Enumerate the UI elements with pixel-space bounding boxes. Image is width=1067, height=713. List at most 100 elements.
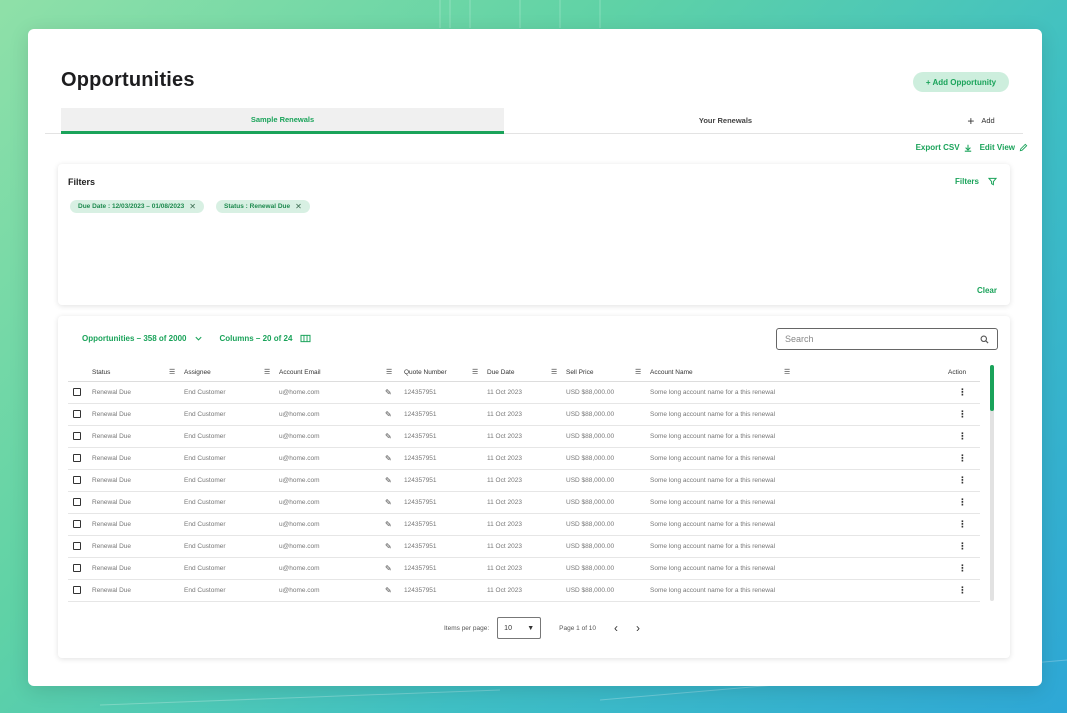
search-input[interactable]: Search [776, 328, 998, 350]
pencil-icon[interactable]: ✎ [385, 586, 392, 595]
row-checkbox[interactable] [73, 564, 81, 572]
cell-sell-price: USD $88,000.00 [566, 455, 615, 462]
table-row[interactable]: Renewal Due End Customer u@home.com 1243579… [68, 492, 980, 514]
tab-your-renewals[interactable]: Your Renewals [504, 108, 947, 133]
table-row[interactable]: Renewal Due End Customer u@home.com 1243579… [68, 404, 980, 426]
filter-icon[interactable]: ☰ [169, 368, 175, 376]
row-checkbox[interactable] [73, 476, 81, 484]
search-icon [980, 335, 989, 344]
edit-view-button[interactable]: Edit View [980, 143, 1028, 152]
header-assignee[interactable]: Assignee [184, 369, 211, 376]
row-checkbox[interactable] [73, 410, 81, 418]
cell-assignee: End Customer [184, 455, 226, 462]
row-checkbox[interactable] [73, 388, 81, 396]
kebab-icon[interactable]: ⋮ [958, 409, 967, 420]
kebab-icon[interactable]: ⋮ [958, 475, 967, 486]
pencil-icon[interactable]: ✎ [385, 520, 392, 529]
table-row[interactable]: Renewal Due End Customer u@home.com 1243579… [68, 426, 980, 448]
pencil-icon[interactable]: ✎ [385, 410, 392, 419]
kebab-icon[interactable]: ⋮ [958, 387, 967, 398]
row-checkbox[interactable] [73, 498, 81, 506]
header-sell-price[interactable]: Sell Price [566, 369, 593, 376]
pencil-icon[interactable]: ✎ [385, 432, 392, 441]
cell-assignee: End Customer [184, 565, 226, 572]
prev-page-button[interactable]: ‹ [614, 621, 618, 635]
add-opportunity-button[interactable]: + Add Opportunity [913, 72, 1009, 92]
cell-status: Renewal Due [92, 543, 132, 550]
header-status[interactable]: Status [92, 369, 110, 376]
export-csv-button[interactable]: Export CSV [916, 143, 972, 152]
cell-account-name: Some long account name for a this renewa… [650, 587, 776, 594]
tab-sample-renewals[interactable]: Sample Renewals [61, 108, 504, 134]
filters-button[interactable]: Filters [955, 177, 997, 186]
cell-account-name: Some long account name for a this renewa… [650, 499, 776, 506]
columns-button[interactable]: Columns – 20 of 24 [219, 334, 311, 343]
cell-status: Renewal Due [92, 499, 132, 506]
row-checkbox[interactable] [73, 432, 81, 440]
header-account-name[interactable]: Account Name [650, 369, 693, 376]
header-due-date[interactable]: Due Date [487, 369, 514, 376]
close-icon[interactable]: ✕ [295, 202, 302, 211]
cell-due-date: 11 Oct 2023 [487, 543, 522, 550]
header-account-email[interactable]: Account Email [279, 369, 321, 376]
kebab-icon[interactable]: ⋮ [958, 585, 967, 596]
filter-icon[interactable]: ☰ [784, 368, 790, 376]
chevron-down-icon [195, 336, 203, 341]
cell-status: Renewal Due [92, 389, 132, 396]
header-quote-number[interactable]: Quote Number [404, 369, 447, 376]
scrollbar-thumb[interactable] [990, 365, 994, 411]
caret-down-icon: ▼ [527, 624, 535, 632]
kebab-icon[interactable]: ⋮ [958, 431, 967, 442]
cell-account-email: u@home.com [279, 565, 320, 572]
row-checkbox[interactable] [73, 454, 81, 462]
filter-icon[interactable]: ☰ [264, 368, 270, 376]
pencil-icon[interactable]: ✎ [385, 498, 392, 507]
columns-icon [300, 334, 311, 343]
filter-icon[interactable]: ☰ [635, 368, 641, 376]
filter-icon[interactable]: ☰ [472, 368, 478, 376]
filter-icon[interactable]: ☰ [551, 368, 557, 376]
cell-status: Renewal Due [92, 411, 132, 418]
kebab-icon[interactable]: ⋮ [958, 453, 967, 464]
filter-chip-status[interactable]: Status : Renewal Due ✕ [216, 200, 310, 213]
pencil-icon[interactable]: ✎ [385, 542, 392, 551]
row-checkbox[interactable] [73, 542, 81, 550]
cell-sell-price: USD $88,000.00 [566, 499, 615, 506]
cell-account-email: u@home.com [279, 389, 320, 396]
row-checkbox[interactable] [73, 586, 81, 594]
table-row[interactable]: Renewal Due End Customer u@home.com 1243579… [68, 448, 980, 470]
filter-icon[interactable]: ☰ [386, 368, 392, 376]
page-title: Opportunities [61, 69, 195, 91]
close-icon[interactable]: ✕ [189, 202, 196, 211]
kebab-icon[interactable]: ⋮ [958, 541, 967, 552]
table-row[interactable]: Renewal Due End Customer u@home.com 1243579… [68, 558, 980, 580]
cell-sell-price: USD $88,000.00 [566, 389, 615, 396]
table-row[interactable]: Renewal Due End Customer u@home.com 1243579… [68, 536, 980, 558]
next-page-button[interactable]: › [636, 621, 640, 635]
cell-quote-number: 124357951 [404, 565, 437, 572]
table-scrollbar[interactable] [990, 365, 994, 601]
cell-quote-number: 124357951 [404, 587, 437, 594]
cell-account-email: u@home.com [279, 499, 320, 506]
table-row[interactable]: Renewal Due End Customer u@home.com 1243579… [68, 470, 980, 492]
pencil-icon[interactable]: ✎ [385, 564, 392, 573]
cell-account-email: u@home.com [279, 455, 320, 462]
clear-filters-button[interactable]: Clear [977, 286, 997, 295]
table-row[interactable]: Renewal Due End Customer u@home.com 1243579… [68, 514, 980, 536]
row-checkbox[interactable] [73, 520, 81, 528]
table-row[interactable]: Renewal Due End Customer u@home.com 1243579… [68, 580, 980, 602]
opportunities-count-dropdown[interactable]: Opportunities – 358 of 2000 [82, 334, 203, 343]
pencil-icon[interactable]: ✎ [385, 388, 392, 397]
pencil-icon[interactable]: ✎ [385, 476, 392, 485]
pencil-icon[interactable]: ✎ [385, 454, 392, 463]
cell-quote-number: 124357951 [404, 455, 437, 462]
filter-chip-due-date[interactable]: Due Date : 12/03/2023 – 01/08/2023 ✕ [70, 200, 204, 213]
cell-due-date: 11 Oct 2023 [487, 499, 522, 506]
kebab-icon[interactable]: ⋮ [958, 519, 967, 530]
items-per-page-select[interactable]: 10 ▼ [497, 617, 542, 639]
table-row[interactable]: Renewal Due End Customer u@home.com 1243579… [68, 382, 980, 404]
kebab-icon[interactable]: ⋮ [958, 563, 967, 574]
cell-assignee: End Customer [184, 411, 226, 418]
add-tab-button[interactable]: + Add [951, 108, 1011, 133]
kebab-icon[interactable]: ⋮ [958, 497, 967, 508]
